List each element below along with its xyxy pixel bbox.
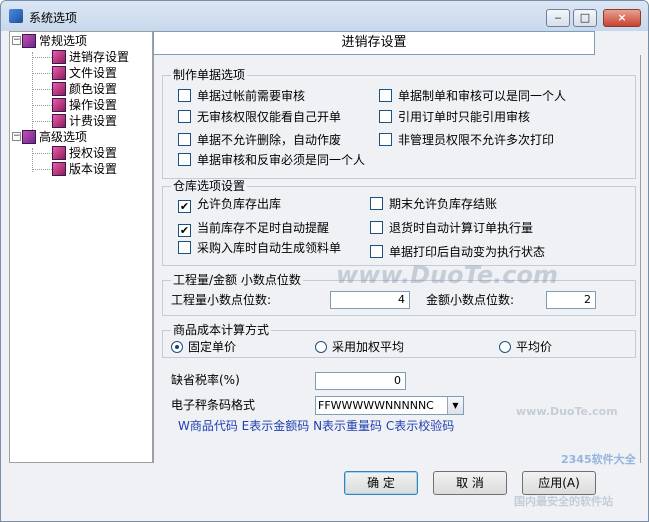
doc-options-group: 制作单据选项 单据过帐前需要审核 单据制单和审核可以是同一个人 无审核权限仅能看… xyxy=(162,68,636,179)
checkbox-box[interactable] xyxy=(178,133,191,146)
checkbox-reference-reviewed-only[interactable]: 引用订单时只能引用审核 xyxy=(379,110,530,124)
barcode-format-label: 电子秤条码格式 xyxy=(171,398,256,412)
watermark-main: www.DuoTe.com xyxy=(336,261,558,289)
tree-item-inventory-settings[interactable]: 进销存设置 xyxy=(52,49,130,65)
checkbox-box[interactable]: ✔ xyxy=(178,200,191,213)
radio-average-price[interactable]: 平均价 xyxy=(499,340,552,354)
checkbox-box[interactable] xyxy=(379,89,392,102)
settings-item-icon xyxy=(52,114,66,128)
cancel-button[interactable]: 取 消 xyxy=(433,471,507,495)
radio-fixed-price[interactable]: 固定单价 xyxy=(171,340,236,354)
tree-item-version-settings[interactable]: 版本设置 xyxy=(52,161,117,177)
ok-button[interactable]: 确 定 xyxy=(344,471,418,495)
radio-dot[interactable] xyxy=(171,341,183,353)
checkbox-low-stock-alert[interactable]: ✔ 当前库存不足时自动提醒 xyxy=(178,221,329,237)
group-title: 仓库选项设置 xyxy=(171,179,248,193)
settings-item-icon xyxy=(52,66,66,80)
title-bar: 系统选项 ‒ □ × xyxy=(1,1,648,31)
folder-icon xyxy=(22,34,36,48)
tree-connector xyxy=(32,89,52,90)
tree-node-general[interactable]: 常规选项 xyxy=(22,33,87,49)
settings-item-icon xyxy=(52,50,66,64)
tree-connector xyxy=(32,52,33,140)
checkbox-negative-period-close[interactable]: 期末允许负库存结账 xyxy=(370,197,497,211)
checkbox-review-before-posting[interactable]: 单据过帐前需要审核 xyxy=(178,89,305,103)
warehouse-options-group: 仓库选项设置 ✔ 允许负库存出库 期末允许负库存结账 ✔ 当前库存不足时自动提醒 退… xyxy=(162,179,636,266)
settings-item-icon xyxy=(52,146,66,160)
folder-icon xyxy=(22,130,36,144)
checkbox-allow-negative-outbound[interactable]: ✔ 允许负库存出库 xyxy=(178,197,281,213)
tree-connector xyxy=(32,105,52,106)
tree-item-color-settings[interactable]: 颜色设置 xyxy=(52,81,117,97)
checkbox-no-multi-print[interactable]: 非管理员权限不允许多次打印 xyxy=(379,133,554,147)
tree-item-file-settings[interactable]: 文件设置 xyxy=(52,65,117,81)
options-tree[interactable]: − 常规选项 进销存设置 文件设置 颜色设置 操作设置 计费设置 − 高级选项 … xyxy=(9,31,153,463)
checkbox-box[interactable] xyxy=(379,133,392,146)
settings-item-icon xyxy=(52,162,66,176)
tree-item-license-settings[interactable]: 授权设置 xyxy=(52,145,117,161)
checkbox-box[interactable] xyxy=(370,221,383,234)
checkbox-same-reviewer-unreviewer[interactable]: 单据审核和反审必须是同一个人 xyxy=(178,153,365,167)
settings-panel: 制作单据选项 单据过帐前需要审核 单据制单和审核可以是同一个人 无审核权限仅能看… xyxy=(153,55,641,463)
checkbox-box[interactable] xyxy=(370,245,383,258)
group-title: 工程量/金额 小数点位数 xyxy=(171,273,303,287)
radio-weighted-average[interactable]: 采用加权平均 xyxy=(315,340,404,354)
watermark-sub: www.DuoTe.com xyxy=(516,405,618,418)
tax-rate-input[interactable]: 0 xyxy=(315,372,406,390)
qty-decimals-label: 工程量小数点位数: xyxy=(171,293,272,307)
page-title: 进销存设置 xyxy=(153,31,595,55)
checkbox-box[interactable] xyxy=(379,110,392,123)
app-icon xyxy=(9,9,23,23)
group-title: 制作单据选项 xyxy=(171,68,248,82)
tax-rate-label: 缺省税率(%) xyxy=(171,373,240,387)
checkbox-return-calc-order[interactable]: 退货时自动计算订单执行量 xyxy=(370,221,533,235)
watermark-footer: 国内最安全的软件站 xyxy=(514,495,613,508)
barcode-hint: W商品代码 E表示金额码 N表示重量码 C表示校验码 xyxy=(178,419,455,433)
tree-connector xyxy=(32,57,52,58)
tree-node-advanced[interactable]: 高级选项 xyxy=(22,129,87,145)
expand-toggle-advanced[interactable]: − xyxy=(12,132,21,141)
checkbox-same-maker-reviewer[interactable]: 单据制单和审核可以是同一个人 xyxy=(379,89,566,103)
minimize-button[interactable]: ‒ xyxy=(546,9,570,27)
radio-dot[interactable] xyxy=(499,341,511,353)
tree-item-operation-settings[interactable]: 操作设置 xyxy=(52,97,117,113)
checkbox-box[interactable] xyxy=(178,89,191,102)
cost-method-group: 商品成本计算方式 固定单价 采用加权平均 平均价 xyxy=(162,323,636,358)
amount-decimals-input[interactable]: 2 xyxy=(546,291,596,309)
qty-decimals-input[interactable]: 4 xyxy=(330,291,410,309)
checkbox-view-own-only[interactable]: 无审核权限仅能看自己开单 xyxy=(178,110,341,124)
radio-dot[interactable] xyxy=(315,341,327,353)
barcode-format-select[interactable]: FFWWWWWNNNNNC ▼ xyxy=(315,396,464,415)
dropdown-arrow-icon[interactable]: ▼ xyxy=(447,397,463,414)
tree-connector xyxy=(32,73,52,74)
group-title: 商品成本计算方式 xyxy=(171,323,272,337)
checkbox-box[interactable]: ✔ xyxy=(178,224,191,237)
tree-connector xyxy=(32,153,52,154)
settings-item-icon xyxy=(52,98,66,112)
checkbox-no-delete-auto-void[interactable]: 单据不允许删除，自动作废 xyxy=(178,133,341,147)
tree-item-billing-settings[interactable]: 计费设置 xyxy=(52,113,117,129)
checkbox-box[interactable] xyxy=(178,241,191,254)
checkbox-box[interactable] xyxy=(370,197,383,210)
maximize-button[interactable]: □ xyxy=(573,9,597,27)
options-window: 系统选项 ‒ □ × − 常规选项 进销存设置 文件设置 颜色设置 操作设置 计… xyxy=(0,0,649,522)
window-title: 系统选项 xyxy=(29,11,78,25)
watermark-brand: 2345软件大全 xyxy=(561,453,636,466)
settings-item-icon xyxy=(52,82,66,96)
checkbox-print-to-executed[interactable]: 单据打印后自动变为执行状态 xyxy=(370,245,545,259)
amount-decimals-label: 金额小数点位数: xyxy=(426,293,515,307)
tree-connector xyxy=(32,121,52,122)
tree-connector xyxy=(32,169,52,170)
close-button[interactable]: × xyxy=(603,9,641,27)
checkbox-auto-material-slip[interactable]: 采购入库时自动生成领料单 xyxy=(178,241,341,255)
apply-button[interactable]: 应用(A) xyxy=(522,471,596,495)
expand-toggle-general[interactable]: − xyxy=(12,36,21,45)
checkbox-box[interactable] xyxy=(178,110,191,123)
checkbox-box[interactable] xyxy=(178,153,191,166)
